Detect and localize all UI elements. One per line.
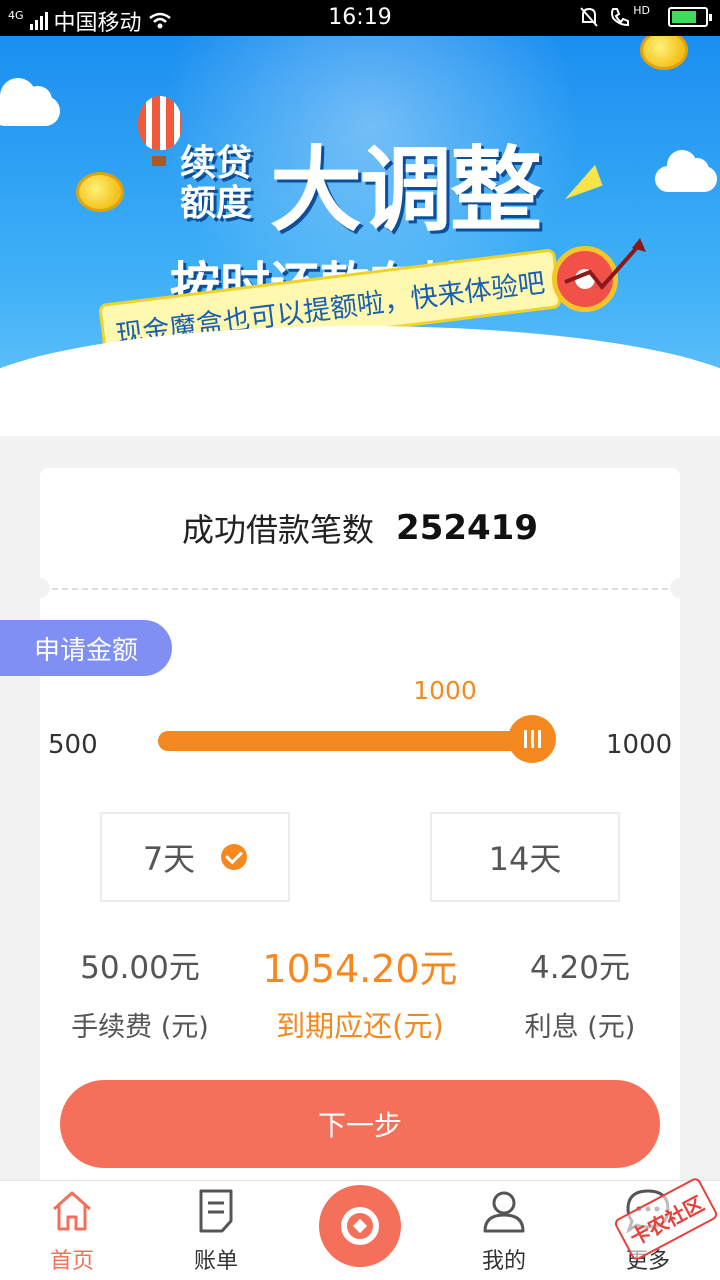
balloon-basket <box>152 156 166 166</box>
amount-due-label: 到期应还(元) <box>276 1009 444 1043</box>
loan-count-value: 252419 <box>396 508 538 548</box>
service-fee-value: 50.00元 <box>80 950 200 986</box>
amount-label-pill: 申请金额 <box>0 620 172 676</box>
cash-box-icon <box>341 1207 379 1245</box>
amount-slider-track[interactable] <box>158 731 538 751</box>
promo-banner[interactable]: 续贷额度 大调整 按时还款有惊喜 现金魔盒也可以提额啦，快来体验吧 <box>0 36 720 436</box>
status-right: HD <box>579 3 712 28</box>
term-option-14-days[interactable]: 14天 <box>430 812 620 902</box>
nav-mine[interactable]: 我的 <box>432 1181 576 1280</box>
headline-small: 续贷额度 <box>180 143 253 224</box>
trend-arrow-icon <box>564 238 646 291</box>
service-fee-label: 手续费 (元) <box>71 1012 209 1043</box>
amount-slider-handle[interactable] <box>508 715 556 763</box>
nav-bill-label: 账单 <box>193 1249 238 1274</box>
slider-min-label: 500 <box>48 730 98 760</box>
cloud-icon <box>0 78 60 126</box>
term-label: 14天 <box>488 840 562 878</box>
hot-air-balloon-icon <box>138 96 182 150</box>
loan-count-row: 成功借款笔数 252419 <box>40 468 680 588</box>
term-label: 7天 <box>142 840 196 878</box>
user-icon <box>483 1191 525 1233</box>
battery-icon <box>668 7 712 27</box>
nav-home-label: 首页 <box>49 1249 94 1274</box>
call-icon <box>611 8 630 27</box>
mute-bell-icon <box>580 7 598 27</box>
coin-icon <box>76 172 124 212</box>
headline-big: 大调整 <box>270 137 542 244</box>
amount-slider-fill <box>158 731 538 751</box>
coin-icon <box>640 36 688 70</box>
amount-due-value: 1054.20元 <box>262 947 458 991</box>
hd-badge: HD <box>633 3 650 17</box>
banner-cloud-base <box>0 326 720 436</box>
amount-due-stat: 1054.20元 到期应还(元) <box>240 938 480 1045</box>
home-icon <box>53 1191 91 1231</box>
dashed-divider <box>52 588 668 590</box>
interest-stat: 4.20元 利息 (元) <box>490 942 670 1044</box>
nav-bill[interactable]: 账单 <box>144 1181 288 1280</box>
service-fee-stat: 50.00元 手续费 (元) <box>50 942 230 1044</box>
term-option-7-days[interactable]: 7天 <box>100 812 290 902</box>
nav-home[interactable]: 首页 <box>0 1181 144 1280</box>
loan-count-label: 成功借款笔数 <box>182 511 375 549</box>
next-step-button[interactable]: 下一步 <box>60 1080 660 1168</box>
slider-current-value: 1000 <box>413 676 477 705</box>
slider-max-label: 1000 <box>606 730 673 760</box>
nav-center[interactable] <box>288 1181 432 1280</box>
center-action-button[interactable] <box>319 1185 401 1267</box>
bottom-nav: 首页 账单 我的 更多 <box>0 1180 720 1280</box>
ticket-notch <box>670 578 690 598</box>
check-icon <box>221 844 248 870</box>
nav-mine-label: 我的 <box>481 1249 526 1274</box>
ticket-notch <box>30 578 50 598</box>
interest-label: 利息 (元) <box>524 1012 636 1043</box>
interest-value: 4.20元 <box>529 950 631 986</box>
bill-icon <box>199 1189 233 1233</box>
status-bar: 4G 中国移动 16:19 HD <box>0 0 720 36</box>
cloud-icon <box>655 150 717 192</box>
